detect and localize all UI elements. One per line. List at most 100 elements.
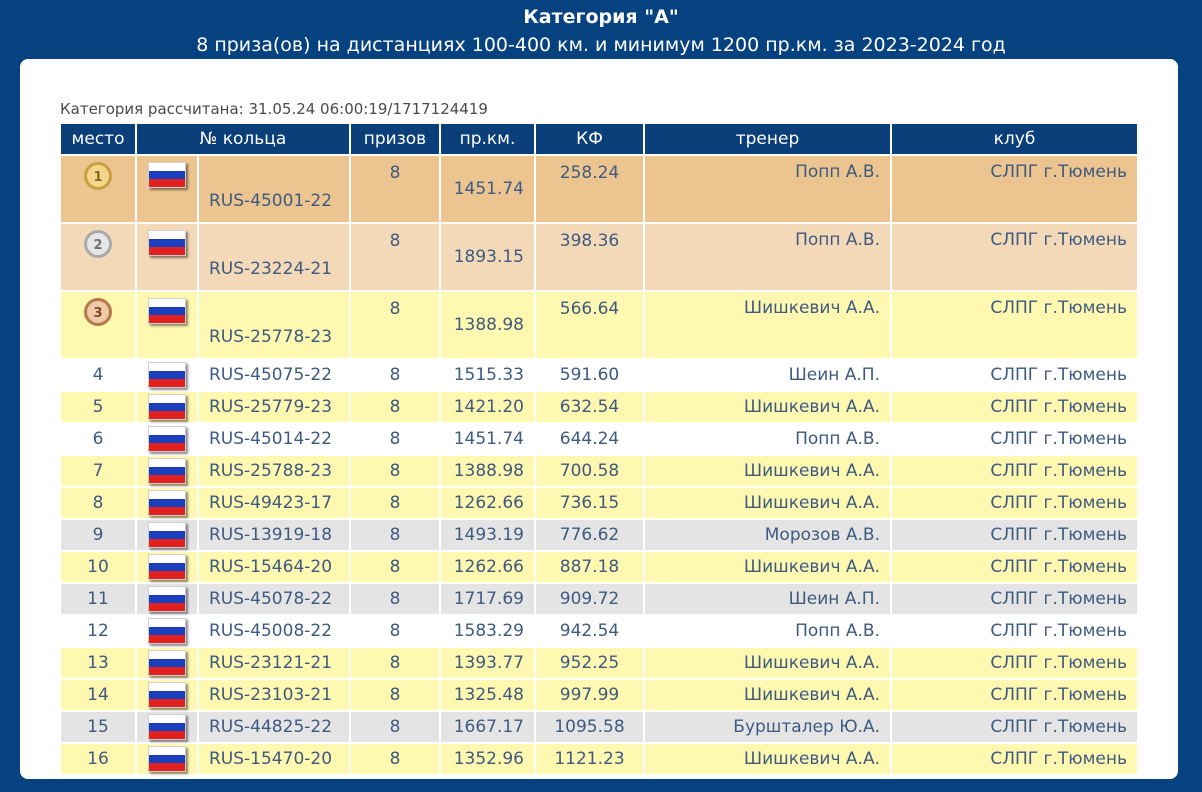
table-row[interactable]: 8 RUS-49423-17 8 1262.66 736.15 Шишкевич А.А.… [61,488,1137,518]
flag-cell [137,292,197,358]
kf-value: 1121.23 [536,744,643,774]
header-club[interactable]: клуб [892,124,1137,154]
ring-number[interactable]: RUS-13919-18 [199,520,349,550]
km-value: 1717.69 [441,584,534,614]
trainer-name: Шишкевич А.А. [645,488,890,518]
table-row[interactable]: 10 RUS-15464-20 8 1262.66 887.18 Шишкевич А.А… [61,552,1137,582]
trainer-name: Бурш­талер Ю.А. [645,712,890,742]
ring-number[interactable]: RUS-23103-21 [199,680,349,710]
russia-flag-icon [148,682,186,708]
place-cell: 7 [61,456,135,486]
russia-flag-icon [148,650,186,676]
place-cell: 3 [61,292,135,358]
russia-flag-icon [148,298,186,324]
club-name: СЛПГ г.Тюмень [892,616,1137,646]
header-km[interactable]: пр.км. [441,124,534,154]
table-row[interactable]: 15 RUS-44825-22 8 1667.17 1095.58 Бурш­талер … [61,712,1137,742]
km-value: 1388.98 [441,292,534,358]
ring-number[interactable]: RUS-44825-22 [199,712,349,742]
flag-cell [137,552,197,582]
club-name: СЛПГ г.Тюмень [892,488,1137,518]
table-row[interactable]: 14 RUS-23103-21 8 1325.48 997.99 Шишкевич А.А… [61,680,1137,710]
table-row[interactable]: 2 RUS-23224-21 8 1893.15 398.36 Попп А.В. СЛПГ… [61,224,1137,290]
flag-cell [137,520,197,550]
ring-number[interactable]: RUS-45075-22 [199,360,349,390]
ring-number[interactable]: RUS-45001-22 [199,156,349,222]
russia-flag-icon [148,714,186,740]
club-name: СЛПГ г.Тюмень [892,744,1137,774]
trainer-name: Морозов А.В. [645,520,890,550]
place-cell: 1 [61,156,135,222]
table-row[interactable]: 7 RUS-25788-23 8 1388.98 700.58 Шишкевич А.А.… [61,456,1137,486]
prizes-count: 8 [351,488,439,518]
club-name: СЛПГ г.Тюмень [892,552,1137,582]
ring-number[interactable]: RUS-25788-23 [199,456,349,486]
ranking-table-body: 1 RUS-45001-22 8 1451.74 258.24 Попп А.В. СЛПГ… [61,156,1137,774]
table-row[interactable]: 5 RUS-25779-23 8 1421.20 632.54 Шишкевич А.А.… [61,392,1137,422]
ring-number[interactable]: RUS-25778-23 [199,292,349,358]
km-value: 1893.15 [441,224,534,290]
kf-value: 952.25 [536,648,643,678]
km-value: 1583.29 [441,616,534,646]
ring-number[interactable]: RUS-49423-17 [199,488,349,518]
table-row[interactable]: 1 RUS-45001-22 8 1451.74 258.24 Попп А.В. СЛПГ… [61,156,1137,222]
table-row[interactable]: 12 RUS-45008-22 8 1583.29 942.54 Попп А.В. СЛП… [61,616,1137,646]
ring-number[interactable]: RUS-25779-23 [199,392,349,422]
club-name: СЛПГ г.Тюмень [892,520,1137,550]
table-row[interactable]: 3 RUS-25778-23 8 1388.98 566.64 Шишкевич А.А.… [61,292,1137,358]
prizes-count: 8 [351,584,439,614]
ring-number[interactable]: RUS-45008-22 [199,616,349,646]
table-row[interactable]: 13 RUS-23121-21 8 1393.77 952.25 Шишкевич А.А… [61,648,1137,678]
calculation-timestamp: Категория рассчитана: 31.05.24 06:00:19/… [60,100,488,118]
flag-cell [137,360,197,390]
ring-number[interactable]: RUS-23224-21 [199,224,349,290]
flag-cell [137,584,197,614]
flag-cell [137,712,197,742]
prizes-count: 8 [351,292,439,358]
km-value: 1451.74 [441,156,534,222]
header-prizes[interactable]: призов [351,124,439,154]
table-header-row: место № кольца призов пр.км. КФ тренер к… [61,124,1137,154]
trainer-name: Шеин А.П. [645,360,890,390]
ring-number[interactable]: RUS-23121-21 [199,648,349,678]
flag-cell [137,744,197,774]
header-trainer[interactable]: тренер [645,124,890,154]
trainer-name: Попп А.В. [645,616,890,646]
header-ring-number[interactable]: № кольца [137,124,349,154]
table-row[interactable]: 4 RUS-45075-22 8 1515.33 591.60 Шеин А.П. СЛПГ… [61,360,1137,390]
club-name: СЛПГ г.Тюмень [892,712,1137,742]
flag-cell [137,224,197,290]
header-place[interactable]: место [61,124,135,154]
trainer-name: Шишкевич А.А. [645,648,890,678]
russia-flag-icon [148,458,186,484]
club-name: СЛПГ г.Тюмень [892,156,1137,222]
km-value: 1262.66 [441,488,534,518]
ring-number[interactable]: RUS-45014-22 [199,424,349,454]
ring-number[interactable]: RUS-45078-22 [199,584,349,614]
table-row[interactable]: 16 RUS-15470-20 8 1352.96 1121.23 Шишкевич А.… [61,744,1137,774]
russia-flag-icon [148,394,186,420]
km-value: 1451.74 [441,424,534,454]
place-cell: 12 [61,616,135,646]
table-row[interactable]: 11 RUS-45078-22 8 1717.69 909.72 Шеин А.П. СЛП… [61,584,1137,614]
kf-value: 942.54 [536,616,643,646]
russia-flag-icon [148,554,186,580]
table-row[interactable]: 9 RUS-13919-18 8 1493.19 776.62 Морозов А.В. С… [61,520,1137,550]
prizes-count: 8 [351,744,439,774]
place-cell: 5 [61,392,135,422]
ring-number[interactable]: RUS-15464-20 [199,552,349,582]
trainer-name: Шишкевич А.А. [645,744,890,774]
ring-number[interactable]: RUS-15470-20 [199,744,349,774]
header-kf[interactable]: КФ [536,124,643,154]
russia-flag-icon [148,746,186,772]
flag-cell [137,616,197,646]
kf-value: 591.60 [536,360,643,390]
russia-flag-icon [148,618,186,644]
place-cell: 10 [61,552,135,582]
km-value: 1352.96 [441,744,534,774]
bronze-medal-icon: 3 [84,298,112,326]
flag-cell [137,680,197,710]
russia-flag-icon [148,426,186,452]
table-row[interactable]: 6 RUS-45014-22 8 1451.74 644.24 Попп А.В. СЛПГ… [61,424,1137,454]
kf-value: 644.24 [536,424,643,454]
